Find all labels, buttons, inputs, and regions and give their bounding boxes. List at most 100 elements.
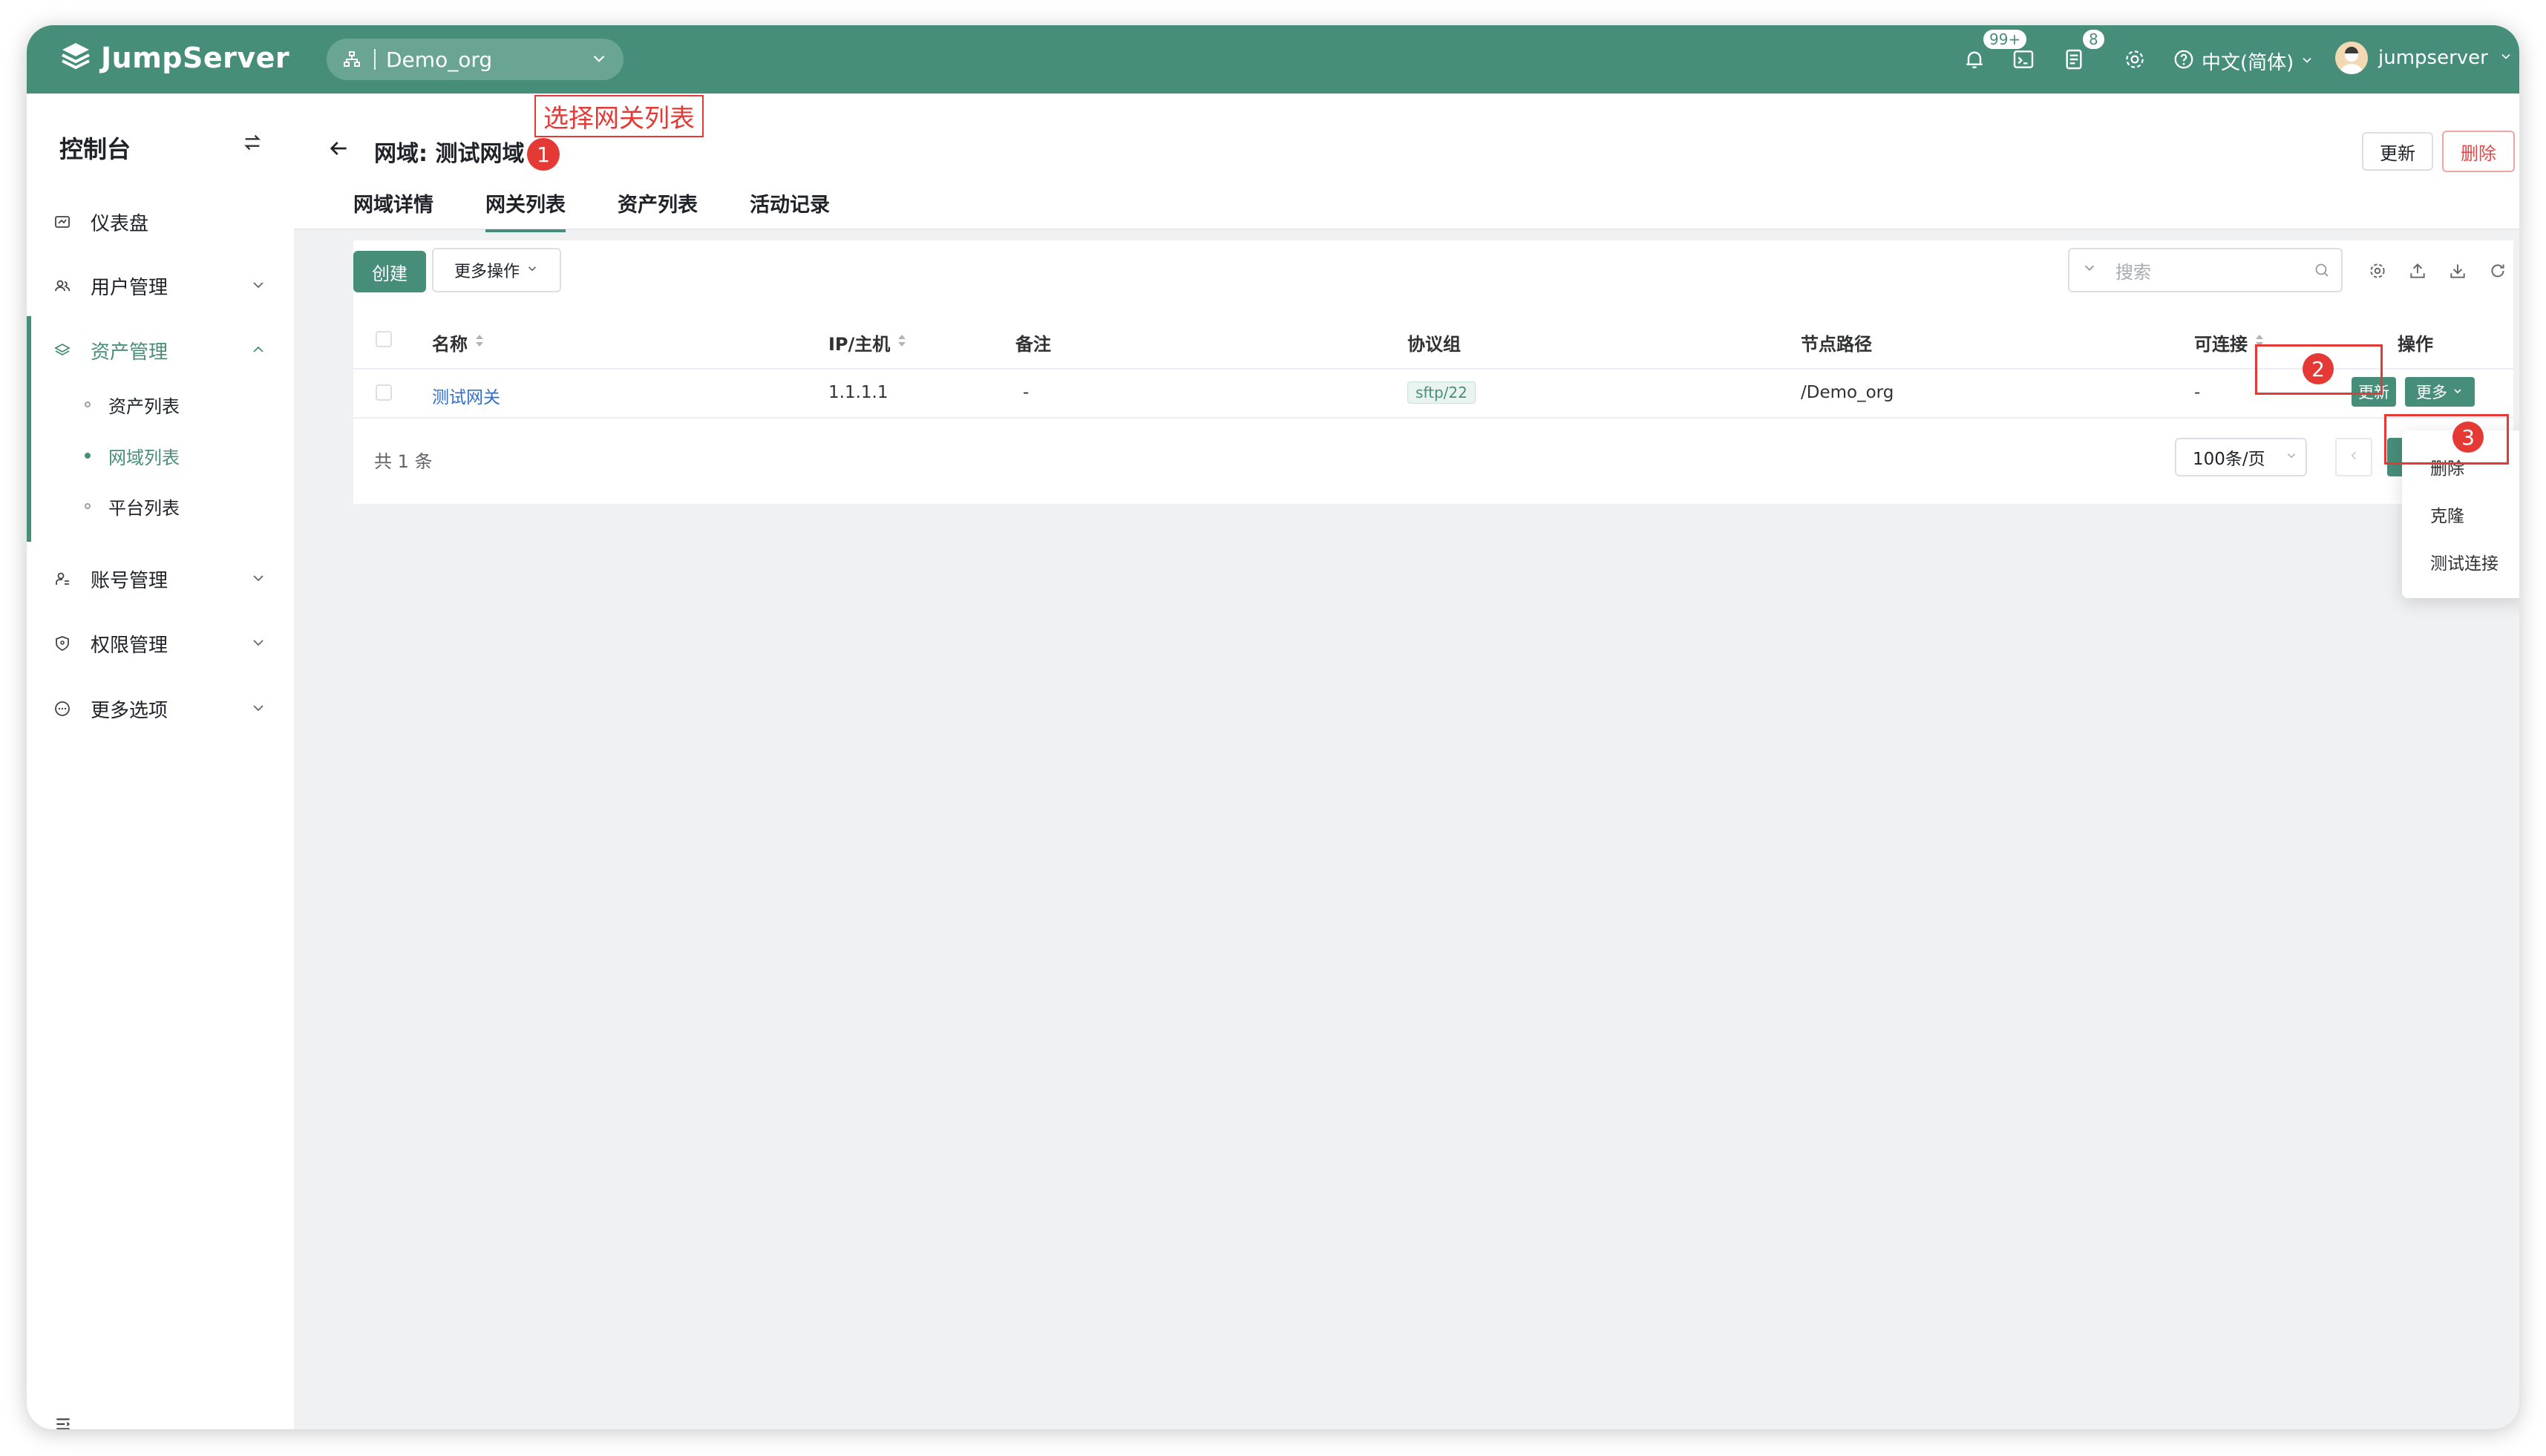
more-actions-dropdown[interactable]: 更多操作: [432, 248, 561, 292]
export-upload-icon[interactable]: [2406, 260, 2429, 282]
sidebar-subitem-platform-list[interactable]: 平台列表: [27, 484, 294, 528]
gateway-ip: 1.1.1.1: [828, 383, 889, 402]
sidebar-subitem-domain-list[interactable]: 网域列表: [27, 433, 294, 478]
search-input[interactable]: 搜索: [2068, 248, 2343, 292]
row-checkbox[interactable]: [376, 384, 392, 401]
table-settings-gear-icon[interactable]: [2366, 260, 2389, 282]
chevron-down-icon: [249, 569, 267, 592]
sidebar-item-more-options[interactable]: 更多选项: [27, 683, 294, 735]
total-count: 共 1 条: [374, 451, 433, 472]
column-header-node-path: 节点路径: [1801, 334, 1872, 355]
page-size-select[interactable]: 100条/页: [2175, 438, 2307, 476]
tab-gateway-list[interactable]: 网关列表: [485, 188, 566, 232]
user-menu[interactable]: jumpserver: [2335, 42, 2513, 74]
more-options-icon: [52, 698, 73, 719]
dropdown-item-clone[interactable]: 克隆: [2430, 502, 2464, 527]
chevron-down-icon: [2300, 50, 2314, 73]
sort-icon: [474, 332, 485, 353]
users-icon: [52, 275, 73, 296]
bullet-dot: [85, 453, 91, 459]
sidebar-item-label: 资产管理: [91, 341, 168, 364]
gateway-list-card: 创建 更多操作 搜索 名称 IP/主机 备注 协议组 节点路径 可连接 操作 测…: [353, 240, 2513, 504]
logo-text: JumpServer: [101, 42, 290, 74]
column-label: 名称: [432, 334, 468, 355]
jumpserver-logo-icon: [59, 40, 92, 76]
gateway-name-link[interactable]: 测试网关: [432, 383, 500, 408]
column-header-actions: 操作: [2398, 334, 2433, 355]
chevron-down-icon: [2081, 260, 2098, 281]
table-row: 测试网关 1.1.1.1 - sftp/22 /Demo_org - 更新 更多: [353, 368, 2513, 419]
org-tree-icon: [343, 49, 364, 70]
tab-domain-detail[interactable]: 网域详情: [353, 188, 433, 232]
organization-name: Demo_org: [386, 47, 493, 72]
annotation-step-3: 3: [2452, 422, 2484, 453]
sidebar-item-label: 账号管理: [91, 569, 168, 592]
select-all-checkbox[interactable]: [376, 331, 392, 347]
sidebar-item-user-management[interactable]: 用户管理: [27, 260, 294, 312]
task-count-badge: 8: [2081, 28, 2106, 50]
prev-page-button[interactable]: [2335, 438, 2372, 476]
row-more-dropdown-button[interactable]: 更多: [2405, 377, 2475, 407]
org-separator: [374, 49, 376, 70]
collapse-sidebar-icon[interactable]: [53, 1414, 73, 1429]
accounts-icon: [52, 568, 73, 589]
avatar: [2335, 42, 2368, 74]
column-header-ip-host[interactable]: IP/主机: [828, 329, 908, 355]
refresh-icon[interactable]: [2487, 260, 2509, 282]
table-header: 名称 IP/主机 备注 协议组 节点路径 可连接 操作: [353, 310, 2513, 370]
column-header-protocols: 协议组: [1407, 334, 1461, 355]
tab-activity-log[interactable]: 活动记录: [750, 188, 830, 232]
dropdown-item-test-connection[interactable]: 测试连接: [2430, 549, 2498, 574]
sidebar-item-account-management[interactable]: 账号管理: [27, 553, 294, 605]
annotation-box-delete: [2384, 414, 2509, 465]
top-navbar: JumpServer Demo_org 99+ 8 中文(简体) jumpser…: [27, 25, 2519, 94]
language-select[interactable]: 中文(简体): [2202, 47, 2314, 75]
sidebar: 控制台 仪表盘 用户管理 资产管理 资产列表 网域列表 平台列表 账号管理 权限…: [27, 94, 294, 1429]
layers-icon: [52, 340, 73, 361]
username: jumpserver: [2378, 47, 2488, 69]
chevron-down-icon: [249, 699, 267, 722]
chevron-down-icon: [2285, 447, 2298, 467]
sidebar-item-asset-management[interactable]: 资产管理: [27, 324, 294, 376]
page-size-value: 100条/页: [2193, 450, 2265, 469]
sidebar-item-label: 权限管理: [91, 634, 168, 657]
annotation-label-select-gateway-list: 选择网关列表: [534, 95, 704, 137]
gateway-node-path: /Demo_org: [1801, 383, 1894, 402]
sidebar-item-label: 更多选项: [91, 699, 168, 722]
app-logo[interactable]: JumpServer: [59, 40, 289, 76]
switch-view-icon[interactable]: [242, 132, 263, 156]
create-button[interactable]: 创建: [353, 251, 426, 292]
delete-button[interactable]: 删除: [2442, 131, 2515, 172]
terminal-icon[interactable]: [2007, 43, 2040, 76]
sidebar-subitem-asset-list[interactable]: 资产列表: [27, 382, 294, 427]
sidebar-title: 控制台: [59, 135, 131, 163]
column-label: IP/主机: [828, 334, 891, 355]
sidebar-subitem-label: 资产列表: [108, 396, 180, 417]
help-question-icon[interactable]: [2167, 43, 2200, 76]
sidebar-item-dashboard[interactable]: 仪表盘: [27, 196, 294, 248]
search-icon: [2313, 261, 2331, 283]
gateway-connectivity: -: [2194, 383, 2201, 402]
tab-asset-list[interactable]: 资产列表: [618, 188, 698, 232]
more-actions-label: 更多操作: [454, 263, 520, 281]
chevron-down-icon: [526, 261, 539, 280]
organization-select[interactable]: Demo_org: [327, 39, 624, 80]
back-arrow-icon[interactable]: [327, 137, 350, 163]
settings-gear-icon[interactable]: [2118, 43, 2151, 76]
protocol-tag: sftp/22: [1407, 381, 1476, 404]
sort-icon: [896, 332, 908, 353]
sidebar-subitem-label: 平台列表: [108, 497, 180, 519]
column-header-name[interactable]: 名称: [432, 329, 485, 355]
annotation-step-1: 1: [527, 138, 560, 171]
page-title: 网域: 测试网域: [374, 141, 525, 167]
chevron-down-icon: [249, 634, 267, 657]
language-label: 中文(简体): [2202, 52, 2294, 74]
update-button[interactable]: 更新: [2362, 132, 2433, 171]
sidebar-item-permission-management[interactable]: 权限管理: [27, 617, 294, 669]
import-download-icon[interactable]: [2447, 260, 2469, 282]
sidebar-subitem-label: 网域列表: [108, 447, 180, 468]
column-header-comment: 备注: [1015, 334, 1051, 355]
search-placeholder: 搜索: [2115, 261, 2151, 283]
sidebar-item-label: 用户管理: [91, 276, 168, 299]
annotation-step-2: 2: [2303, 353, 2334, 384]
